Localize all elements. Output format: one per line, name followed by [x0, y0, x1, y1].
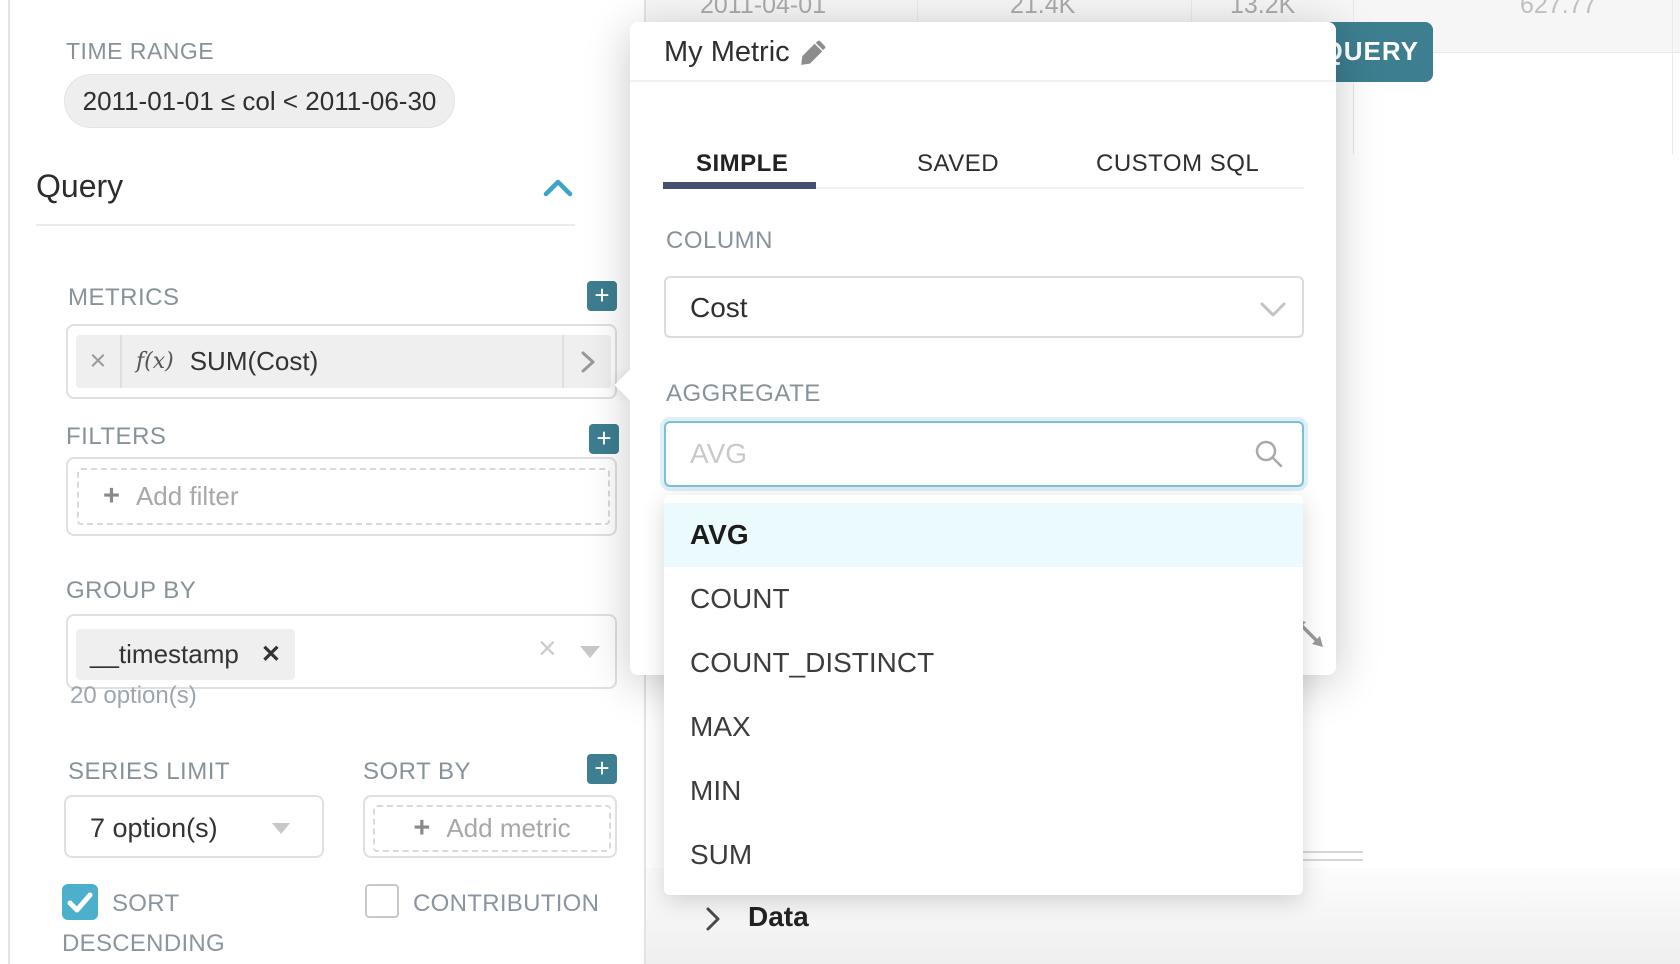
tab-custom-sql[interactable]: CUSTOM SQL [1096, 150, 1259, 178]
filters-label: FILTERS [66, 423, 166, 451]
column-label: COLUMN [666, 227, 773, 255]
metrics-label: METRICS [68, 284, 180, 312]
column-select[interactable]: Cost [664, 276, 1304, 338]
aggregate-input-wrap [664, 421, 1304, 487]
remove-tag-icon[interactable]: ✕ [261, 640, 281, 669]
check-icon [62, 884, 98, 920]
menu-option-count[interactable]: COUNT [664, 567, 1303, 631]
search-icon [1254, 439, 1284, 469]
aggregate-options-menu: AVG COUNT COUNT_DISTINCT MAX MIN SUM [664, 495, 1303, 895]
contribution-label: CONTRIBUTION [413, 890, 599, 917]
menu-option-min[interactable]: MIN [664, 759, 1303, 823]
panel-left-edge [8, 0, 10, 964]
time-range-value: 2011-01-01 ≤ col < 2011-06-30 [83, 86, 437, 117]
add-metric-button[interactable]: + [587, 281, 617, 311]
group-by-tag-label: __timestamp [90, 639, 239, 670]
metric-chip[interactable]: × f(x) SUM(Cost) [76, 335, 611, 388]
add-sort-metric-button[interactable]: + Add metric [373, 805, 611, 852]
chevron-right-icon[interactable] [705, 906, 721, 932]
column-value: Cost [690, 292, 748, 324]
time-range-label: TIME RANGE [66, 38, 214, 65]
metric-expand-control[interactable] [562, 335, 611, 388]
popover-header-divider [630, 80, 1336, 82]
metric-chip-label: SUM(Cost) [190, 346, 319, 377]
menu-option-avg[interactable]: AVG [664, 503, 1303, 567]
series-limit-label: SERIES LIMIT [68, 758, 230, 786]
filters-container: + Add filter [66, 457, 617, 536]
clear-select-icon[interactable]: × [538, 630, 557, 667]
series-limit-select[interactable]: 7 option(s) [64, 795, 324, 858]
sort-descending-option[interactable]: SORT DESCENDING [62, 884, 252, 964]
group-by-options-hint: 20 option(s) [70, 682, 197, 710]
chevron-right-icon [581, 350, 595, 374]
caret-down-icon [272, 823, 290, 834]
popover-arrow [614, 369, 645, 400]
add-filter-plus-button[interactable]: + [589, 424, 619, 454]
table-cell-value: 627.77 [1520, 0, 1596, 20]
function-icon: f(x) [136, 349, 174, 374]
active-tab-ink-bar [663, 182, 816, 189]
table-cell-value: 13.2K [1230, 0, 1295, 20]
add-sort-metric-plus-button[interactable]: + [587, 754, 617, 784]
metric-title: My Metric [664, 36, 790, 69]
table-gridline [1672, 0, 1673, 154]
checkbox-checked[interactable] [62, 884, 98, 920]
series-limit-value: 7 option(s) [90, 813, 218, 844]
caret-down-icon[interactable] [580, 646, 600, 658]
data-panel-title: Data [748, 901, 809, 933]
plus-icon: + [413, 812, 430, 845]
menu-option-max[interactable]: MAX [664, 695, 1303, 759]
group-by-tag[interactable]: __timestamp ✕ [76, 629, 295, 680]
group-by-label: GROUP BY [66, 577, 196, 605]
menu-option-count-distinct[interactable]: COUNT_DISTINCT [664, 631, 1303, 695]
table-cell-value: 21.4K [1010, 0, 1075, 20]
query-section-title: Query [36, 168, 123, 205]
collapse-chevron-up-icon[interactable] [543, 178, 573, 198]
tab-saved[interactable]: SAVED [917, 150, 999, 178]
aggregate-search-input[interactable] [664, 421, 1304, 487]
chevron-down-icon [1260, 302, 1286, 318]
add-sort-metric-label: Add metric [446, 813, 570, 844]
add-filter-label: Add filter [136, 481, 239, 512]
time-range-chip[interactable]: 2011-01-01 ≤ col < 2011-06-30 [64, 74, 455, 128]
checkbox-unchecked[interactable] [365, 884, 399, 918]
sort-by-label: SORT BY [363, 758, 471, 786]
plus-icon: + [103, 480, 120, 513]
tab-simple[interactable]: SIMPLE [696, 150, 788, 178]
group-by-select[interactable]: __timestamp ✕ × [66, 614, 617, 689]
contribution-option[interactable]: CONTRIBUTION [365, 884, 645, 924]
add-filter-button[interactable]: + Add filter [77, 468, 610, 525]
remove-metric-icon[interactable]: × [76, 335, 122, 388]
metrics-container: × f(x) SUM(Cost) [66, 324, 617, 399]
sort-by-container: + Add metric [363, 795, 617, 858]
section-divider [36, 224, 575, 226]
explore-view: 2011-04-01 00:00:00 21.4K 13.2K 627.77 R… [0, 0, 1680, 964]
table-cell-timestamp: 2011-04-01 [700, 0, 826, 20]
menu-option-sum[interactable]: SUM [664, 823, 1303, 887]
aggregate-label: AGGREGATE [666, 380, 821, 408]
edit-pencil-icon[interactable] [798, 40, 826, 68]
